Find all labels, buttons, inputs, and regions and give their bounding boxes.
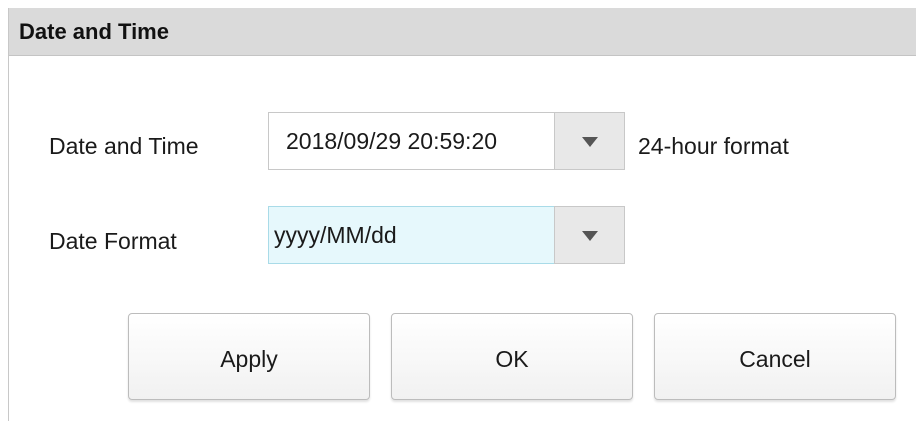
- datetime-dropdown-button[interactable]: [554, 112, 625, 170]
- date-format-dropdown-button[interactable]: [554, 206, 625, 264]
- date-time-dialog: Date and Time Date and Time 2018/09/29 2…: [8, 8, 916, 421]
- cancel-button-label: Cancel: [739, 346, 811, 372]
- ok-button-label: OK: [495, 346, 529, 372]
- apply-button[interactable]: Apply: [128, 313, 370, 400]
- datetime-value[interactable]: 2018/09/29 20:59:20: [286, 128, 497, 155]
- datetime-label: Date and Time: [49, 133, 199, 159]
- title-bar: Date and Time: [9, 8, 916, 56]
- apply-button-label: Apply: [220, 346, 278, 372]
- triangle-down-icon: [582, 137, 598, 147]
- datetime-combobox[interactable]: 2018/09/29 20:59:20: [268, 112, 625, 170]
- triangle-down-icon: [582, 231, 598, 241]
- format-note: 24-hour format: [638, 133, 789, 159]
- date-format-label: Date Format: [49, 228, 177, 254]
- cancel-button[interactable]: Cancel: [654, 313, 896, 400]
- dialog-title: Date and Time: [19, 19, 169, 44]
- ok-button[interactable]: OK: [391, 313, 633, 400]
- date-format-value[interactable]: yyyy/MM/dd: [274, 222, 397, 249]
- date-format-combobox[interactable]: yyyy/MM/dd: [268, 206, 625, 264]
